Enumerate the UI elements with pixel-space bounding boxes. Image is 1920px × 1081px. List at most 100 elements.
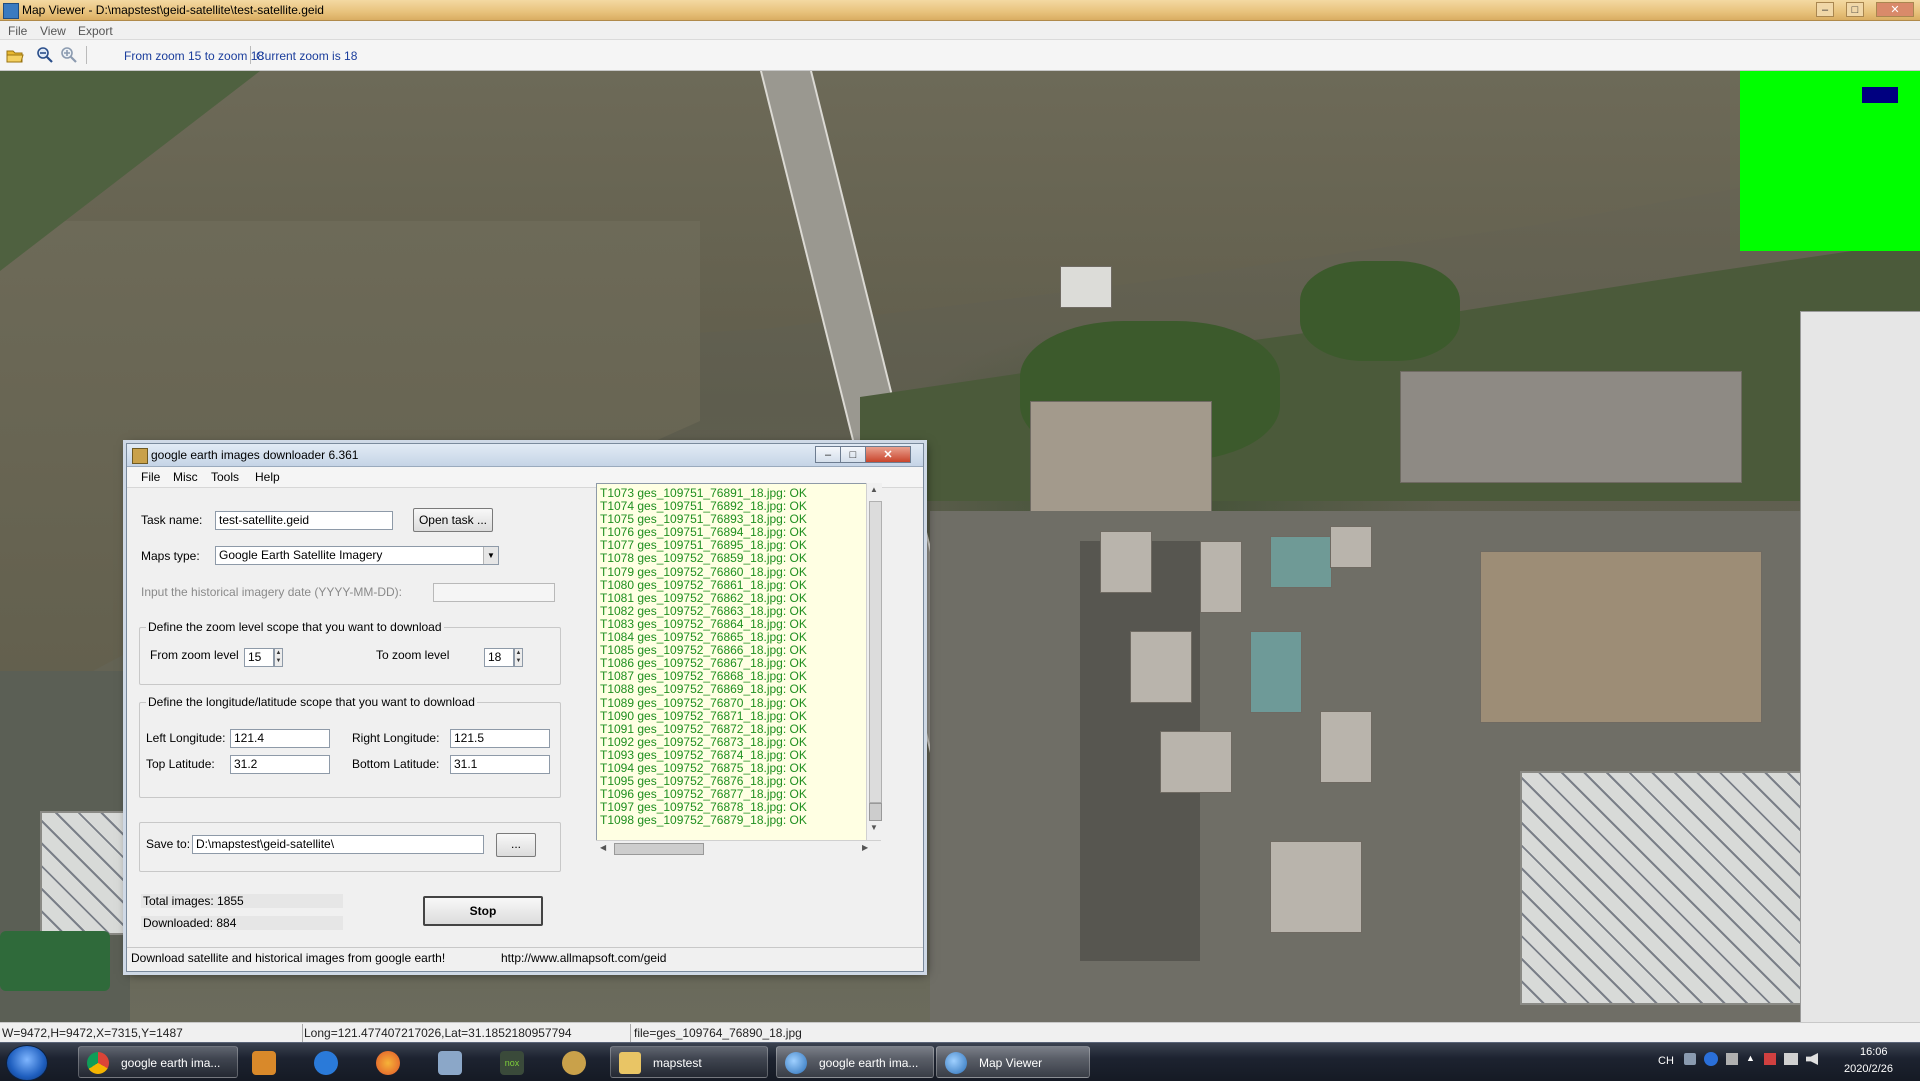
zoom-scope-group: Define the zoom level scope that you wan… [139, 620, 561, 685]
chevron-up-icon[interactable]: ▲ [1746, 1053, 1755, 1063]
scroll-right-icon[interactable]: ▶ [862, 843, 868, 852]
scroll-left-icon[interactable]: ◀ [600, 843, 606, 852]
open-folder-icon[interactable] [6, 46, 24, 64]
tower [1270, 536, 1332, 588]
menu-view[interactable]: View [40, 24, 66, 38]
log-line: T1093 ges_109752_76874_18.jpg: OK [600, 747, 807, 762]
help-icon[interactable] [1704, 1052, 1718, 1066]
downloader-dialog: google earth images downloader 6.361 ‒ □… [126, 443, 924, 972]
right-longitude-label: Right Longitude: [352, 731, 440, 745]
firefox-icon[interactable] [376, 1051, 400, 1075]
stop-button[interactable]: Stop [423, 896, 543, 926]
taskbar: google earth ima... nox mapstest google … [0, 1042, 1920, 1081]
download-log[interactable]: T1073 ges_109751_76891_18.jpg: OK T1074 g… [596, 483, 873, 842]
save-to-label: Save to: [146, 837, 191, 851]
from-zoom-input[interactable]: 15 [244, 648, 274, 667]
scroll-thumb[interactable] [614, 843, 704, 855]
zoom-out-icon[interactable] [36, 46, 54, 64]
dialog-status-url[interactable]: http://www.allmapsoft.com/geid [501, 951, 666, 965]
status-divider [302, 1024, 303, 1042]
scroll-thumb[interactable] [869, 803, 882, 821]
browse-button[interactable]: ... [496, 833, 536, 857]
downloaded-text: Downloaded: 884 [143, 916, 237, 930]
toolbar-separator [250, 46, 251, 64]
usb-icon[interactable] [1726, 1053, 1738, 1065]
maximize-button[interactable]: □ [1846, 2, 1864, 17]
clock-date[interactable]: 2020/2/26 [1844, 1063, 1893, 1075]
dialog-titlebar[interactable]: google earth images downloader 6.361 ‒ □… [127, 444, 923, 467]
log-line: T1080 ges_109752_76861_18.jpg: OK [600, 577, 807, 592]
sports-field [0, 931, 110, 991]
dialog-menu-tools[interactable]: Tools [211, 470, 239, 484]
from-zoom-stepper[interactable]: ▲ ▼ [274, 648, 283, 667]
downloader-app-icon [132, 448, 148, 464]
historical-date-input[interactable] [433, 583, 555, 602]
menu-export[interactable]: Export [78, 24, 113, 38]
tower [1100, 531, 1152, 593]
start-button[interactable] [6, 1045, 48, 1081]
left-longitude-label: Left Longitude: [146, 731, 226, 745]
network-icon[interactable] [1784, 1053, 1798, 1065]
media-player-icon[interactable] [252, 1051, 276, 1075]
zoom-in-icon[interactable] [60, 46, 78, 64]
dialog-close-button[interactable]: ✕ [865, 446, 911, 463]
current-zoom-text: Current zoom is 18 [256, 49, 358, 63]
menu-file[interactable]: File [8, 24, 27, 38]
taskbar-item-label: mapstest [653, 1056, 702, 1070]
open-task-button[interactable]: Open task ... [413, 508, 493, 532]
dialog-menu-file[interactable]: File [141, 470, 160, 484]
language-indicator[interactable]: CH [1658, 1055, 1674, 1067]
flag-icon[interactable] [1764, 1053, 1776, 1065]
dialog-minimize-button[interactable]: ‒ [815, 446, 841, 463]
log-line: T1079 ges_109752_76860_18.jpg: OK [600, 564, 807, 579]
top-latitude-input[interactable]: 31.2 [230, 755, 330, 774]
volume-icon[interactable] [1806, 1053, 1818, 1065]
solar-roof-hall [1520, 771, 1824, 1005]
stadium-canopy [1800, 311, 1920, 1022]
left-longitude-input[interactable]: 121.4 [230, 729, 330, 748]
log-vertical-scrollbar[interactable]: ▲ ▼ [866, 483, 882, 840]
to-zoom-stepper[interactable]: ▲ ▼ [514, 648, 523, 667]
tower [1320, 711, 1372, 783]
taskbar-item-downloader[interactable]: google earth ima... [776, 1046, 934, 1078]
toolbar-separator [86, 46, 87, 64]
scroll-down-icon[interactable]: ▼ [870, 823, 878, 832]
taskbar-item-chrome[interactable]: google earth ima... [78, 1046, 238, 1078]
paint-icon[interactable] [562, 1051, 586, 1075]
bottom-latitude-input[interactable]: 31.1 [450, 755, 550, 774]
map-viewer-app-icon [3, 3, 19, 19]
log-horizontal-scrollbar[interactable]: ◀ ▶ [596, 840, 881, 857]
bottom-latitude-label: Bottom Latitude: [352, 757, 440, 771]
close-button[interactable]: ✕ [1876, 2, 1914, 17]
minimize-button[interactable]: ‒ [1816, 2, 1834, 17]
minimap-viewport-marker[interactable] [1862, 87, 1898, 103]
taskbar-item-map-viewer[interactable]: Map Viewer [936, 1046, 1090, 1078]
right-longitude-input[interactable]: 121.5 [450, 729, 550, 748]
window-titlebar[interactable]: Map Viewer - D:\mapstest\geid-satellite\… [0, 0, 1920, 21]
historical-date-label: Input the historical imagery date (YYYY-… [141, 585, 402, 599]
keyboard-icon[interactable] [1684, 1053, 1696, 1065]
dialog-maximize-button[interactable]: □ [840, 446, 866, 463]
lonlat-scope-group: Define the longitude/latitude scope that… [139, 695, 561, 798]
zoom-scope-caption: Define the zoom level scope that you wan… [146, 620, 444, 634]
log-line: T1092 ges_109752_76873_18.jpg: OK [600, 734, 807, 749]
maps-type-label: Maps type: [141, 549, 200, 563]
status-dimensions: W=9472,H=9472,X=7315,Y=1487 [2, 1026, 183, 1040]
scroll-up-icon[interactable]: ▲ [870, 485, 878, 494]
internet-explorer-icon[interactable] [314, 1051, 338, 1075]
chevron-down-icon[interactable]: ▼ [483, 547, 498, 564]
clock-time[interactable]: 16:06 [1860, 1046, 1888, 1058]
calculator-icon[interactable] [438, 1051, 462, 1075]
taskbar-item-mapstest[interactable]: mapstest [610, 1046, 768, 1078]
nox-icon[interactable]: nox [500, 1051, 524, 1075]
scroll-track[interactable] [869, 501, 882, 803]
dialog-status-text: Download satellite and historical images… [131, 951, 446, 965]
save-to-group: Save to: D:\mapstest\geid-satellite\ ... [139, 822, 561, 872]
task-name-input[interactable]: test-satellite.geid [215, 511, 393, 530]
dialog-menu-misc[interactable]: Misc [173, 470, 198, 484]
save-to-input[interactable]: D:\mapstest\geid-satellite\ [192, 835, 484, 854]
dialog-menu-help[interactable]: Help [255, 470, 280, 484]
toolbar: From zoom 15 to zoom 18 Current zoom is … [0, 40, 1920, 71]
maps-type-select[interactable]: Google Earth Satellite Imagery ▼ [215, 546, 499, 565]
to-zoom-input[interactable]: 18 [484, 648, 514, 667]
